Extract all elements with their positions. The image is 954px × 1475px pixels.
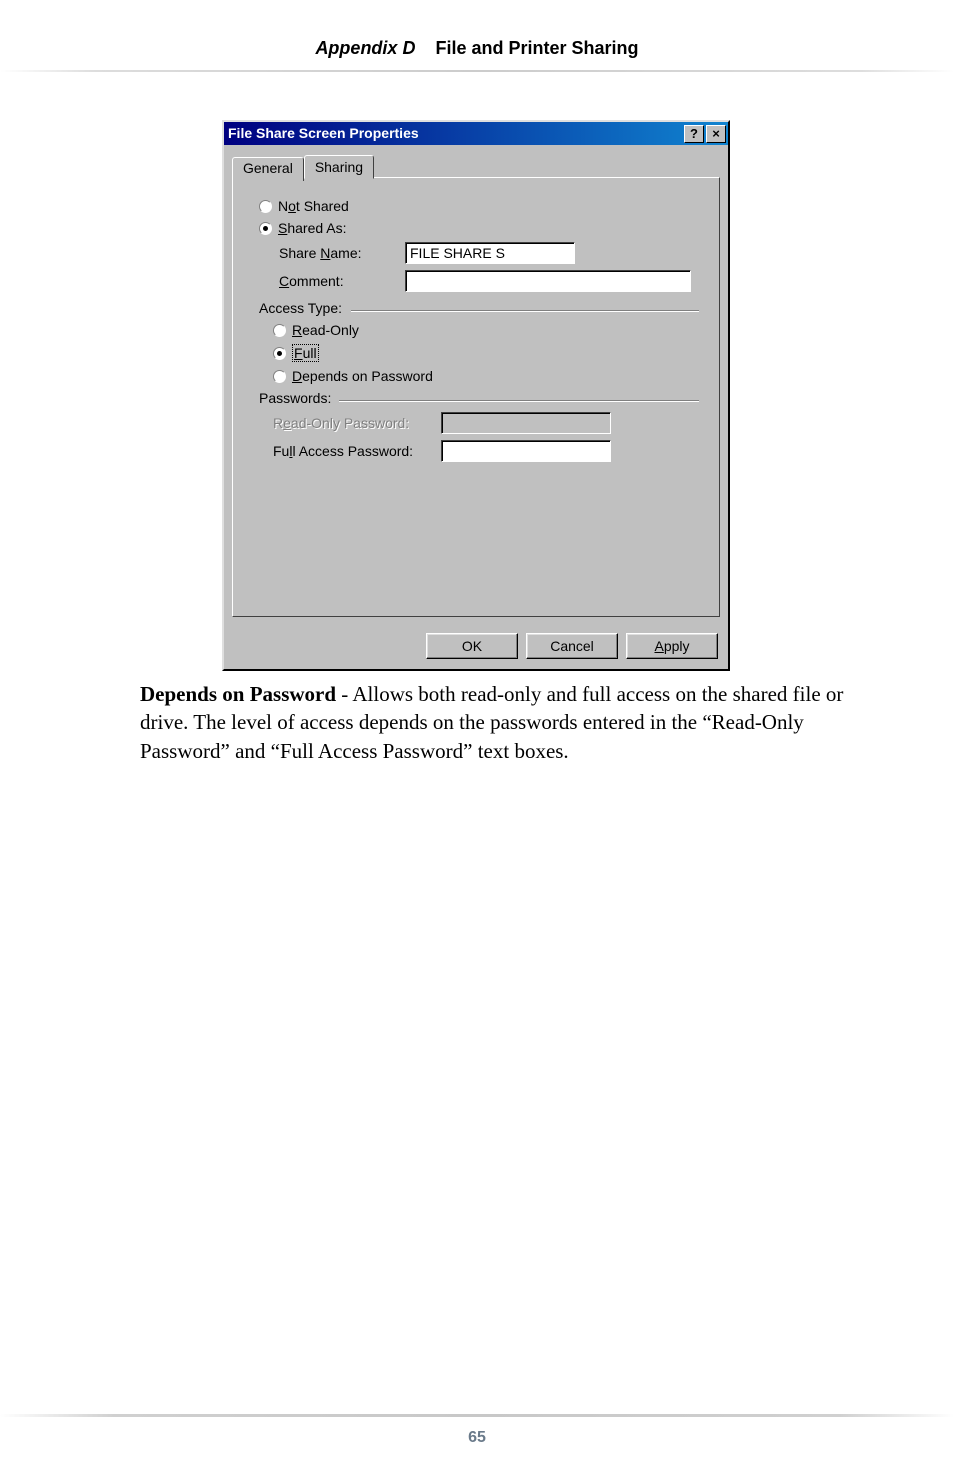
readonly-password-label: Read-Only Password: [273,415,433,431]
ok-button[interactable]: OK [426,633,518,659]
body-paragraph: Depends on Password - Allows both read-o… [140,680,854,765]
radio-icon [273,324,286,337]
readonly-password-row: Read-Only Password: [273,412,703,434]
fullaccess-password-row: Full Access Password: [273,440,703,462]
help-icon[interactable]: ? [684,125,704,143]
share-name-input[interactable]: FILE SHARE S [405,242,575,264]
access-type-legend: Access Type: [259,300,342,316]
radio-depends-on-password[interactable]: Depends on Password [273,368,703,384]
comment-row: Comment: [279,270,703,292]
radio-full-label: Full [292,344,319,362]
radio-shared-as[interactable]: Shared As: [259,220,703,236]
radio-depends-label: Depends on Password [292,368,433,384]
radio-icon [273,347,286,360]
fullaccess-password-label: Full Access Password: [273,443,433,459]
header-separator [0,70,954,72]
properties-dialog: File Share Screen Properties ? × General… [222,120,730,671]
appendix-label: Appendix D [315,38,415,58]
radio-not-shared-label: Not Shared [278,198,349,214]
close-icon[interactable]: × [706,125,726,143]
radio-full[interactable]: Full [273,344,703,362]
cancel-button[interactable]: Cancel [526,633,618,659]
share-name-row: Share Name: FILE SHARE S [279,242,703,264]
radio-icon [259,222,272,235]
page-header: Appendix D File and Printer Sharing [100,38,854,73]
radio-read-only-label: Read-Only [292,322,359,338]
radio-read-only[interactable]: Read-Only [273,322,703,338]
tab-general[interactable]: General [232,157,304,181]
comment-input[interactable] [405,270,691,292]
sharing-panel: Not Shared Shared As: Share Name: FILE S… [232,177,720,617]
passwords-legend: Passwords: [259,390,331,406]
paragraph-lead: Depends on Password [140,682,336,706]
tab-strip: General Sharing [232,155,720,179]
titlebar-text: File Share Screen Properties [228,122,419,145]
readonly-password-input [441,412,611,434]
fullaccess-password-input[interactable] [441,440,611,462]
header-title: File and Printer Sharing [436,38,639,58]
page-number: 65 [0,1429,954,1447]
radio-shared-as-label: Shared As: [278,220,347,236]
radio-icon [273,370,286,383]
share-name-label: Share Name: [279,245,397,261]
radio-not-shared[interactable]: Not Shared [259,198,703,214]
comment-label: Comment: [279,273,397,289]
apply-button[interactable]: Apply [626,633,718,659]
radio-icon [259,200,272,213]
footer-separator [0,1414,954,1417]
dialog-button-row: OK Cancel Apply [224,625,728,669]
tab-sharing[interactable]: Sharing [304,155,374,179]
titlebar[interactable]: File Share Screen Properties ? × [224,122,728,145]
